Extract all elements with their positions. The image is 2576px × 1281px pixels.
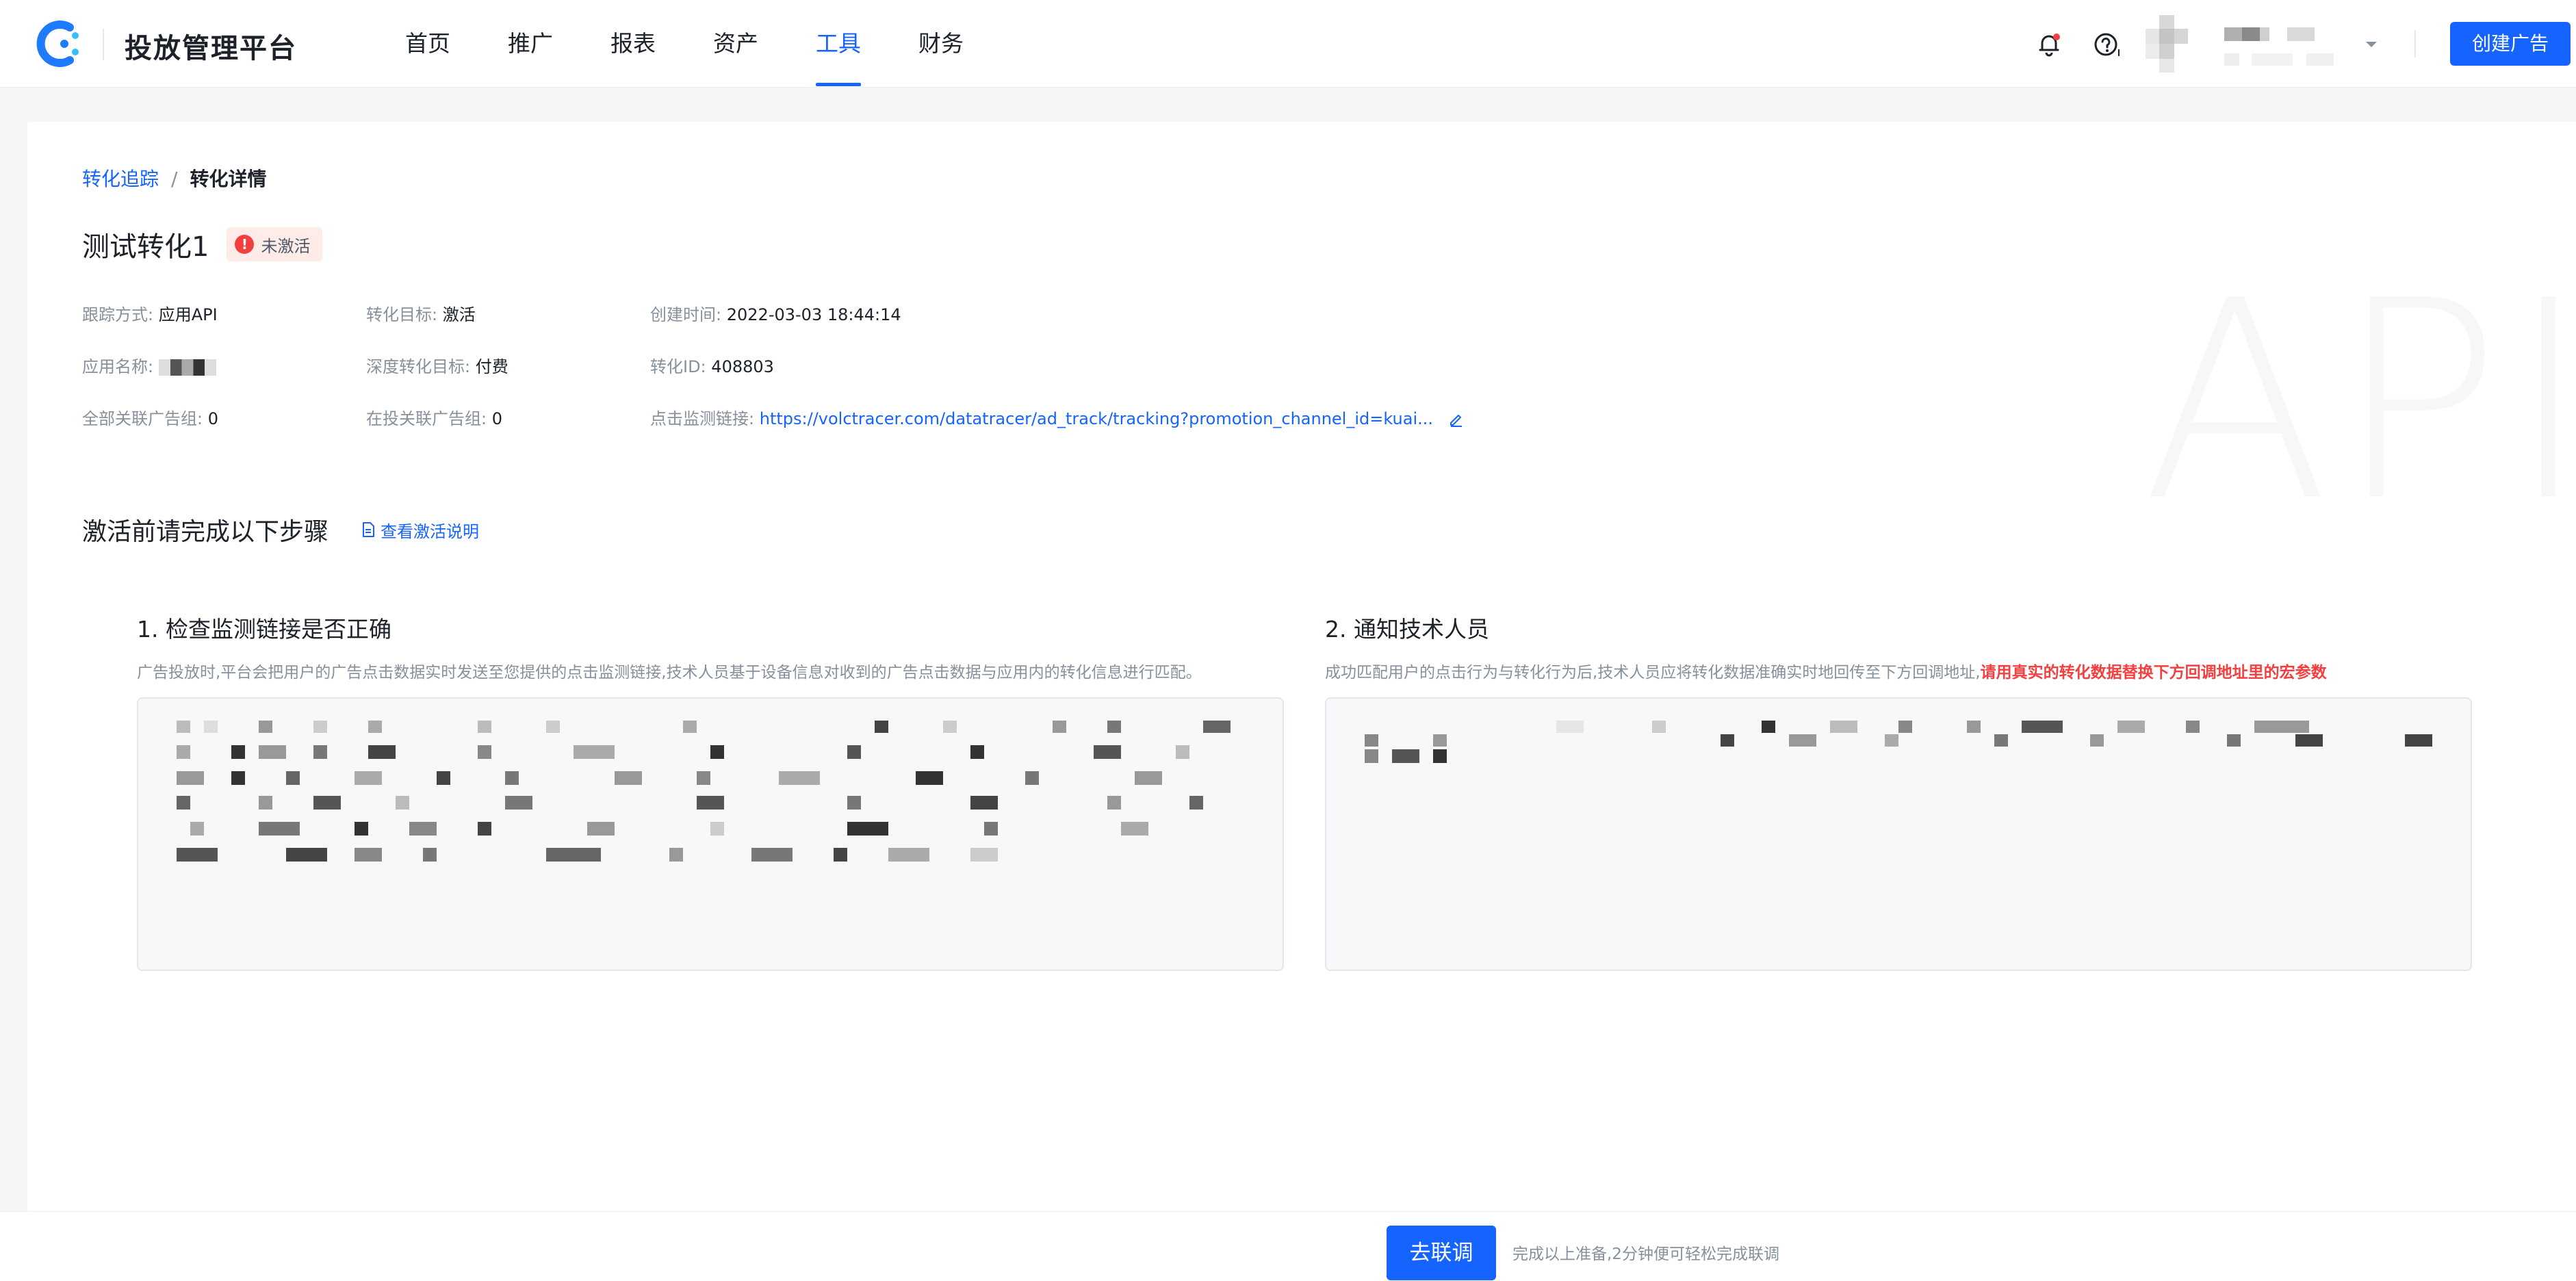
macro-param-warning: 请用真实的转化数据替换下方回调地址里的宏参数 — [1980, 664, 2327, 682]
step-title: 2. 通知技术人员 — [1325, 616, 1489, 643]
step-title: 1. 检查监测链接是否正确 — [137, 616, 391, 643]
edit-icon[interactable] — [1448, 411, 1465, 428]
app-title: 投放管理平台 — [125, 33, 297, 64]
redacted-callback-mosaic — [1365, 721, 2432, 763]
document-icon — [363, 522, 375, 537]
nav-home[interactable]: 首页 — [405, 0, 450, 88]
info-value: 激活 — [442, 305, 476, 324]
logo-divider — [103, 29, 104, 60]
step-notify-tech: 2. 通知技术人员 成功匹配用户的点击行为与转化行为后,技术人员应将转化数据准确… — [1325, 611, 2472, 971]
user-name-mosaic[interactable] — [2224, 26, 2341, 70]
info-value: 付费 — [475, 357, 508, 376]
step-description: 成功匹配用户的点击行为与转化行为后,技术人员应将转化数据准确实时地回传至下方回调… — [1325, 659, 2472, 682]
help-icon[interactable] — [2094, 31, 2120, 57]
activation-doc-link[interactable]: 查看激活说明 — [360, 518, 479, 542]
info-track-method: 跟踪方式: 应用API — [82, 301, 218, 325]
info-label: 点击监测链接: — [650, 409, 755, 428]
info-value: 0 — [491, 409, 503, 428]
doc-link-label: 查看激活说明 — [381, 521, 480, 541]
info-created-time: 创建时间: 2022-03-03 18:44:14 — [650, 301, 901, 325]
info-label: 转化目标: — [366, 305, 438, 324]
api-watermark: API — [2142, 243, 2576, 561]
breadcrumb-separator: / — [171, 168, 178, 190]
header-divider — [2414, 30, 2416, 57]
error-icon: ! — [235, 235, 255, 254]
steps-title: 激活前请完成以下步骤 — [82, 518, 329, 546]
step-check-link: 1. 检查监测链接是否正确 广告投放时,平台会把用户的广告点击数据实时发送至您提… — [137, 611, 1284, 971]
info-label: 应用名称: — [82, 357, 154, 376]
nav-finance[interactable]: 财务 — [918, 0, 964, 88]
info-label: 转化ID: — [650, 357, 706, 376]
info-app-name: 应用名称: — [82, 353, 216, 377]
main-content-card: API 转化追踪 / 转化详情 测试转化1 ! 未激活 跟踪方式: 应用API 转化… — [27, 122, 2576, 1281]
info-value: 408803 — [711, 357, 774, 376]
create-ad-button[interactable]: 创建广告 — [2450, 22, 2571, 66]
info-label: 深度转化目标: — [366, 357, 471, 376]
status-badge: ! 未激活 — [227, 227, 323, 261]
steps-heading: 激活前请完成以下步骤 查看激活说明 — [82, 512, 479, 547]
info-active-groups: 在投关联广告组: 0 — [366, 405, 502, 429]
callback-url-code-box[interactable] — [1325, 697, 2472, 971]
info-value: 2022-03-03 18:44:14 — [726, 305, 901, 324]
info-label: 全部关联广告组: — [82, 409, 203, 428]
bottom-action-bar: 去联调 完成以上准备,2分钟便可轻松完成联调 — [0, 1211, 2576, 1281]
app-name-redacted — [158, 359, 216, 376]
platform-logo-icon[interactable] — [34, 21, 83, 67]
info-click-link: 点击监测链接: https://volctracer.com/datatrace… — [650, 405, 1465, 429]
breadcrumb-current: 转化详情 — [190, 168, 267, 190]
nav-reports[interactable]: 报表 — [610, 0, 656, 88]
breadcrumb-parent-link[interactable]: 转化追踪 — [82, 168, 159, 190]
title-row: 测试转化1 ! 未激活 — [82, 224, 323, 264]
info-label: 创建时间: — [650, 305, 722, 324]
info-label: 在投关联广告组: — [366, 409, 487, 428]
page-title: 测试转化1 — [82, 231, 209, 263]
chevron-down-icon[interactable] — [2362, 36, 2380, 53]
breadcrumb: 转化追踪 / 转化详情 — [82, 164, 266, 192]
info-deep-goal: 深度转化目标: 付费 — [366, 353, 508, 377]
info-goal: 转化目标: 激活 — [366, 301, 476, 325]
info-all-groups: 全部关联广告组: 0 — [82, 405, 218, 429]
nav-promotion[interactable]: 推广 — [508, 0, 553, 88]
info-value: 应用API — [158, 305, 218, 324]
top-navigation-bar: 投放管理平台 首页 推广 报表 资产 工具 财务 创建广告 — [0, 0, 2576, 88]
start-debug-button[interactable]: 去联调 — [1387, 1226, 1496, 1280]
info-label: 跟踪方式: — [82, 305, 154, 324]
info-conversion-id: 转化ID: 408803 — [650, 353, 774, 377]
user-avatar[interactable] — [2146, 15, 2188, 73]
monitor-link-code-box[interactable] — [137, 697, 1284, 971]
main-nav: 首页 推广 报表 资产 工具 财务 — [405, 0, 1021, 88]
nav-tools[interactable]: 工具 — [816, 0, 861, 88]
bottom-hint: 完成以上准备,2分钟便可轻松完成联调 — [1512, 1245, 1779, 1263]
step-description-text: 成功匹配用户的点击行为与转化行为后,技术人员应将转化数据准确实时地回传至下方回调… — [1325, 664, 1981, 682]
notification-bell-icon[interactable] — [2036, 31, 2062, 57]
step-description: 广告投放时,平台会把用户的广告点击数据实时发送至您提供的点击监测链接,技术人员基… — [137, 664, 1202, 682]
status-text: 未激活 — [261, 236, 311, 256]
nav-assets[interactable]: 资产 — [713, 0, 758, 88]
click-monitor-link[interactable]: https://volctracer.com/datatracer/ad_tra… — [760, 409, 1433, 428]
info-value: 0 — [207, 409, 219, 428]
redacted-link-mosaic — [177, 721, 1231, 862]
